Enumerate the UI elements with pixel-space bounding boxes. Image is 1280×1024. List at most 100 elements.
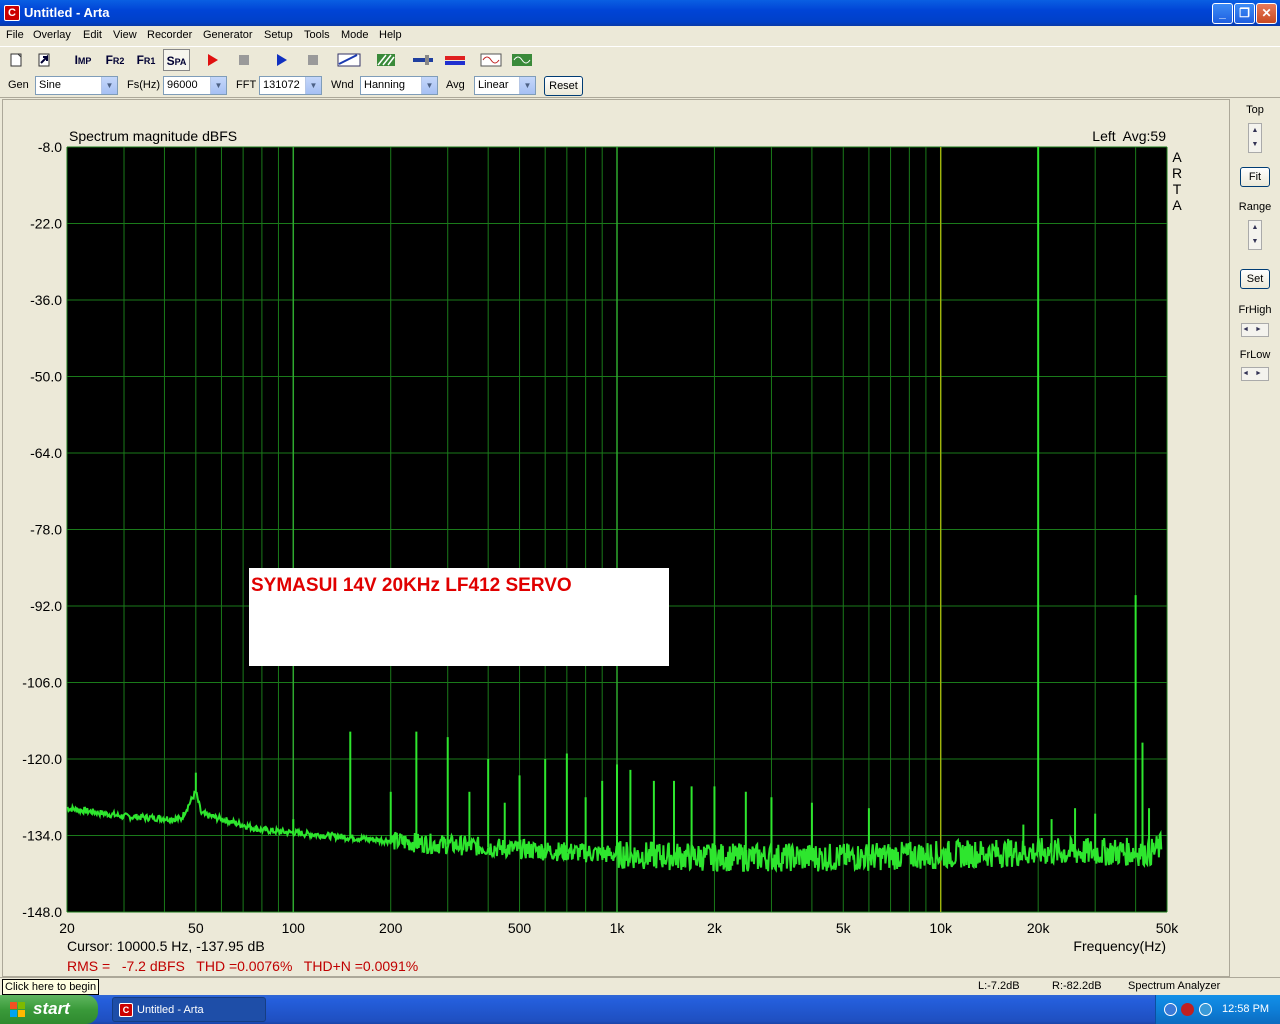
spa-mode-button[interactable]: SPA	[163, 49, 190, 71]
fr1-mode-button[interactable]: FR1	[133, 49, 159, 71]
scope-icon[interactable]	[511, 51, 533, 73]
waveform-icon[interactable]	[480, 51, 502, 73]
fit-button[interactable]: Fit	[1240, 167, 1270, 187]
menu-recorder[interactable]: Recorder	[147, 29, 192, 41]
y-tick-label: -50.0	[30, 369, 62, 385]
range-spinner[interactable]: ▲ ▼	[1248, 220, 1262, 250]
slider-control-icon[interactable]	[412, 51, 434, 73]
level-meter-icon[interactable]	[444, 51, 466, 73]
x-tick-label: 20	[59, 920, 75, 936]
frlow-spinner[interactable]: ◄►	[1241, 367, 1269, 381]
menu-view[interactable]: View	[113, 29, 137, 41]
fr2-mode-button[interactable]: FR2	[102, 49, 128, 71]
menu-mode[interactable]: Mode	[341, 29, 369, 41]
x-tick-label: 100	[282, 920, 306, 936]
x-tick-label: 2k	[707, 920, 723, 936]
fr2-sub-label: R2	[112, 56, 125, 66]
record-stop-icon[interactable]	[236, 51, 252, 73]
grid-hatch-icon[interactable]	[376, 51, 396, 73]
start-label: start	[33, 999, 70, 1018]
gen-label: Gen	[8, 79, 29, 91]
play-icon[interactable]	[273, 51, 289, 73]
system-tray: 12:58 PM	[1155, 995, 1280, 1024]
minimize-button[interactable]: _	[1212, 3, 1233, 24]
menu-tools[interactable]: Tools	[304, 29, 330, 41]
y-tick-label: -78.0	[30, 522, 62, 538]
frhigh-label: FrHigh	[1238, 304, 1272, 316]
chevron-down-icon[interactable]: ▼	[305, 77, 321, 94]
imp-mode-button[interactable]: IMP	[70, 49, 96, 71]
right-control-panel: Top ▲ ▼ Fit Range ▲ ▼ Set FrHigh ◄► FrLow …	[1232, 99, 1280, 977]
window-type-select[interactable]: Hanning ▼	[360, 76, 438, 95]
x-axis-label: Frequency(Hz)	[1073, 938, 1166, 954]
menu-overlay[interactable]: Overlay	[33, 29, 71, 41]
title-bar: C Untitled - Arta _ ❐ ✕	[0, 0, 1280, 26]
tray-network-icon[interactable]	[1164, 1003, 1177, 1016]
tray-shield-icon[interactable]	[1181, 1003, 1194, 1016]
arta-task-icon: C	[119, 1003, 133, 1017]
x-tick-labels: 20 50 100 200 500 1k 2k 5k 10k 20k 50k	[59, 920, 1179, 936]
y-tick-label: -148.0	[22, 904, 62, 920]
record-play-icon[interactable]	[204, 51, 220, 73]
chevron-down-icon[interactable]: ▼	[210, 77, 226, 94]
x-tick-label: 50k	[1156, 920, 1180, 936]
spa-sub-label: PA	[174, 57, 187, 67]
fr1-sub-label: R1	[143, 56, 156, 66]
stop-icon[interactable]	[305, 51, 321, 73]
channel-info: Left Avg:59	[1092, 128, 1166, 144]
menu-file[interactable]: File	[6, 29, 24, 41]
chevron-down-icon[interactable]: ▼	[519, 77, 535, 94]
annotation-text: SYMASUI 14V 20KHz LF412 SERVO	[251, 575, 572, 596]
arta-letter-a: A	[1172, 149, 1182, 165]
tray-clock[interactable]: 12:58 PM	[1222, 1003, 1269, 1015]
arta-app-icon[interactable]: C	[4, 5, 20, 21]
reset-button[interactable]: Reset	[544, 76, 583, 96]
menu-help[interactable]: Help	[379, 29, 402, 41]
sample-rate-select[interactable]: 96000 ▼	[163, 76, 227, 95]
chevron-down-icon[interactable]: ▼	[421, 77, 437, 94]
distortion-readout: RMS = -7.2 dBFS THD =0.0076% THD+N =0.00…	[67, 958, 418, 974]
chevron-down-icon[interactable]: ▼	[101, 77, 117, 94]
imp-sub-label: MP	[77, 56, 92, 66]
fft-size-select[interactable]: 131072 ▼	[259, 76, 322, 95]
tray-antivirus-icon[interactable]	[1199, 1003, 1212, 1016]
window-type-value: Hanning	[364, 79, 405, 91]
click-to-begin-hint[interactable]: Click here to begin	[2, 979, 100, 995]
window-title: Untitled - Arta	[24, 5, 110, 20]
new-file-icon[interactable]	[8, 51, 24, 73]
x-tick-label: 5k	[836, 920, 852, 936]
y-tick-label: -64.0	[30, 445, 62, 461]
y-tick-label: -120.0	[22, 751, 62, 767]
set-button[interactable]: Set	[1240, 269, 1270, 289]
frlow-label: FrLow	[1239, 349, 1271, 361]
spa-main-label: S	[166, 54, 175, 68]
sample-rate-value: 96000	[167, 79, 198, 91]
windows-taskbar: start C Untitled - Arta 12:58 PM	[0, 995, 1280, 1024]
taskbar-item-label: Untitled - Arta	[137, 1004, 204, 1016]
text-annotation-icon[interactable]	[337, 51, 361, 73]
averaging-select[interactable]: Linear ▼	[474, 76, 536, 95]
close-button[interactable]: ✕	[1256, 3, 1277, 24]
y-tick-label: -92.0	[30, 598, 62, 614]
frhigh-spinner[interactable]: ◄►	[1241, 323, 1269, 337]
fs-label: Fs(Hz)	[127, 79, 160, 91]
y-tick-labels: -8.0 -22.0 -36.0 -50.0 -64.0 -78.0 -92.0 -106.0…	[22, 139, 62, 920]
menu-bar: File Overlay Edit View Recorder Generato…	[0, 26, 1280, 46]
x-tick-label: 1k	[610, 920, 626, 936]
maximize-button[interactable]: ❐	[1234, 3, 1255, 24]
menu-generator[interactable]: Generator	[203, 29, 253, 41]
x-tick-label: 200	[379, 920, 403, 936]
menu-edit[interactable]: Edit	[83, 29, 102, 41]
range-label: Range	[1238, 201, 1272, 213]
taskbar-item-arta[interactable]: C Untitled - Arta	[112, 997, 266, 1022]
window-label: Wnd	[331, 79, 354, 91]
top-spinner[interactable]: ▲ ▼	[1248, 123, 1262, 153]
fr1-main-label: F	[136, 53, 144, 67]
spectrum-chart[interactable]: -8.0 -22.0 -36.0 -50.0 -64.0 -78.0 -92.0 -106.0…	[3, 100, 1229, 976]
start-button[interactable]: start	[0, 995, 98, 1024]
open-file-icon[interactable]	[36, 51, 52, 73]
generator-select[interactable]: Sine ▼	[35, 76, 118, 95]
menu-setup[interactable]: Setup	[264, 29, 293, 41]
arta-letter-t: T	[1173, 181, 1182, 197]
x-tick-label: 10k	[929, 920, 953, 936]
